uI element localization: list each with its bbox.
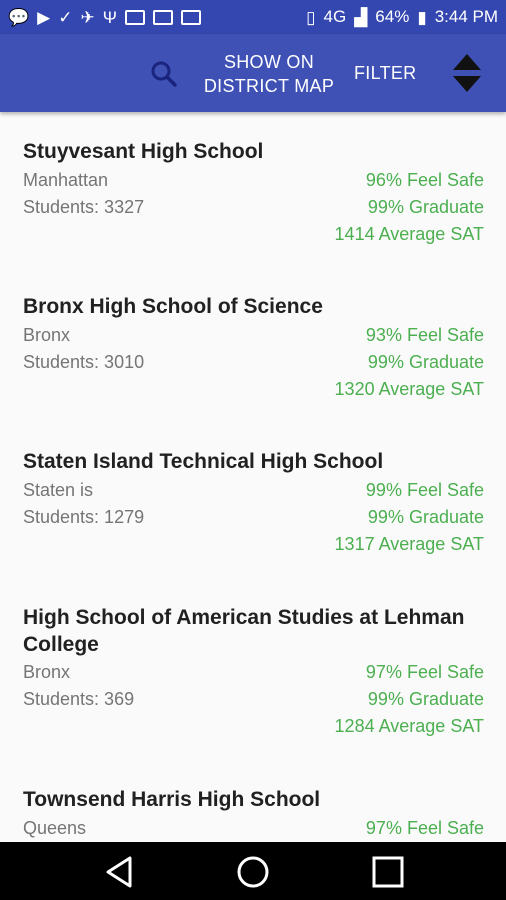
sort-icon — [453, 54, 481, 92]
school-name: Stuyvesant High School — [23, 140, 264, 163]
network-type: 4G — [323, 7, 347, 26]
recent-apps-icon — [372, 856, 404, 888]
map-label-line1: SHOW ON — [223, 52, 315, 72]
app-bar: SHOW ON DISTRICT MAP FILTER — [0, 34, 506, 112]
school-name: Townsend Harris High School — [23, 788, 321, 811]
feel-safe-stat: 97% Feel Safe — [365, 662, 484, 682]
system-icons: ▯ 4G ▟ 64% ▮ 3:44 PM — [306, 7, 498, 27]
image-icon — [124, 9, 145, 25]
battery-percent: 64% — [375, 7, 410, 26]
feel-safe-stat: 97% Feel Safe — [365, 818, 484, 838]
home-button[interactable] — [236, 855, 270, 894]
school-name: Bronx High School of Science — [23, 295, 323, 318]
notification-icons: 💬 ▶ ✓ ✈ Ψ — [8, 9, 201, 26]
back-button[interactable] — [103, 855, 137, 894]
school-name: High School of American Studies at Lehma… — [23, 606, 465, 656]
show-on-district-map-button[interactable]: SHOW ON DISTRICT MAP — [200, 50, 338, 98]
school-borough: Queens — [23, 818, 87, 838]
gmail-icon — [152, 9, 173, 25]
sort-button[interactable] — [450, 52, 484, 94]
signal-icon: ▟ — [354, 7, 368, 27]
navigation-bar — [0, 842, 506, 900]
usb-icon: Ψ — [102, 7, 117, 27]
average-sat-stat: 1284 Average SAT — [334, 716, 484, 736]
graduate-stat: 99% Graduate — [367, 197, 484, 217]
school-list[interactable]: Stuyvesant High School Manhattan Student… — [0, 112, 506, 842]
school-borough: Bronx — [23, 325, 71, 345]
play-icon: ▶ — [37, 7, 51, 27]
download-done-icon: ✓ — [58, 7, 73, 27]
school-students: Students: 3010 — [23, 352, 145, 372]
home-icon — [237, 856, 269, 888]
battery-icon: ▮ — [417, 7, 427, 27]
school-borough: Bronx — [23, 662, 71, 682]
clock: 3:44 PM — [434, 7, 498, 26]
average-sat-stat: 1414 Average SAT — [334, 224, 484, 244]
average-sat-stat: 1320 Average SAT — [334, 379, 484, 399]
school-name: Staten Island Technical High School — [23, 450, 384, 473]
airplane-icon: ✈ — [80, 7, 95, 27]
feel-safe-stat: 99% Feel Safe — [365, 480, 484, 500]
graduate-stat: 99% Graduate — [367, 689, 484, 709]
school-students: Students: 3327 — [23, 197, 145, 217]
school-borough: Manhattan — [23, 170, 109, 190]
school-students: Students: 1279 — [23, 507, 145, 527]
school-students: Students: 369 — [23, 689, 135, 709]
filter-button[interactable]: FILTER — [354, 63, 416, 84]
vibrate-icon: ▯ — [306, 7, 316, 27]
graduate-stat: 99% Graduate — [367, 507, 484, 527]
search-button[interactable] — [148, 58, 180, 90]
back-icon — [106, 856, 132, 888]
graduate-stat: 99% Graduate — [367, 352, 484, 372]
status-bar: 💬 ▶ ✓ ✈ Ψ ▯ 4G ▟ 64% ▮ 3:44 PM — [0, 0, 506, 34]
feel-safe-stat: 96% Feel Safe — [365, 170, 484, 190]
average-sat-stat: 1317 Average SAT — [334, 534, 484, 554]
feel-safe-stat: 93% Feel Safe — [365, 325, 484, 345]
chat-icon: 💬 — [8, 7, 30, 27]
recent-apps-button[interactable] — [371, 855, 405, 894]
school-borough: Staten is — [23, 480, 94, 500]
map-label-line2: DISTRICT MAP — [203, 76, 335, 96]
gmail-icon — [180, 9, 201, 25]
search-icon — [151, 61, 177, 87]
